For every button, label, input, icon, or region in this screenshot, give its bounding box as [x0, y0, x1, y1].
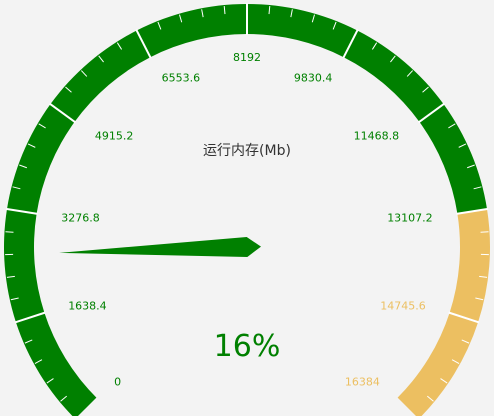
gauge-pointer — [59, 237, 261, 257]
gauge-tick-label: 14745.6 — [380, 300, 426, 313]
gauge-tick-label: 4915.2 — [95, 129, 133, 142]
gauge-value-label: 16% — [214, 329, 281, 364]
gauge-tick-label: 6553.6 — [162, 72, 201, 85]
gauge-tick-label: 16384 — [345, 375, 380, 388]
gauge-title: 运行内存(Mb) — [203, 143, 291, 159]
gauge-minor-tick — [480, 231, 489, 233]
gauge-tick-label: 3276.8 — [61, 211, 100, 224]
gauge-chart: 0 1638.4 3276.8 4915.2 6553.6 8192 9830.4 11468… — [0, 0, 494, 416]
gauge-tick-label: 8192 — [233, 51, 261, 64]
gauge-minor-tick — [5, 231, 14, 233]
gauge-tick-label: 13107.2 — [387, 211, 433, 224]
gauge-tick-label: 11468.8 — [354, 129, 400, 142]
gauge-tick-label: 1638.4 — [68, 300, 107, 313]
gauge-tick-label: 9830.4 — [294, 72, 333, 85]
gauge-svg: 0 1638.4 3276.8 4915.2 6553.6 8192 9830.4 11468… — [4, 3, 490, 416]
gauge-tick-label: 0 — [114, 375, 121, 388]
